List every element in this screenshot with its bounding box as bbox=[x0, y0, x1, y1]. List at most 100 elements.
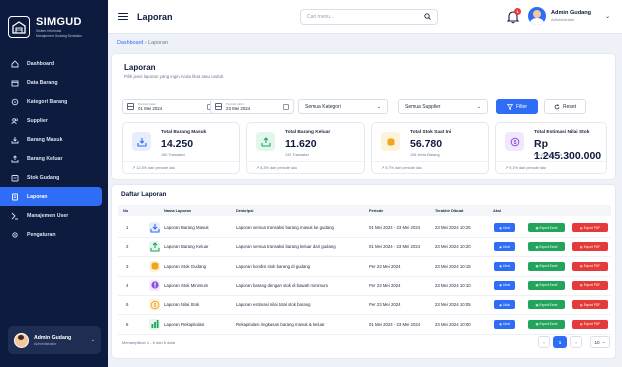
export-pdf-button[interactable]: ▤ Export PDF bbox=[572, 223, 608, 232]
export-pdf-button[interactable]: ▤ Export PDF bbox=[572, 261, 608, 271]
stat-value: 14.250 bbox=[161, 138, 194, 150]
table-row: 5 $ Laporan Nilai Stok Laporan estimasi nil… bbox=[118, 295, 611, 316]
row-description: Laporan barang dengan stok di bawah mini… bbox=[236, 282, 328, 288]
view-button[interactable]: ◉ Lihat bbox=[494, 223, 515, 232]
filter-button[interactable]: Filter bbox=[496, 99, 538, 114]
row-description: Laporan semua transaksi barang keluar da… bbox=[236, 244, 336, 250]
breadcrumb-dashboard[interactable]: Dashboard bbox=[117, 40, 143, 46]
row-name: Laporan Barang Keluar bbox=[164, 244, 209, 250]
sidebar-item-pengaturan[interactable]: Pengaturan bbox=[0, 225, 102, 244]
sidebar-item-stok-gudang[interactable]: Stok Gudang bbox=[0, 168, 102, 187]
export-excel-button[interactable]: ▦ Export Excel bbox=[528, 280, 565, 290]
user-cog-icon bbox=[10, 211, 19, 220]
row-name: Laporan Rekapitulasi bbox=[164, 321, 205, 327]
row-no: 5 bbox=[126, 302, 129, 308]
report-list-panel: Daftar Laporan No Nama Laporan Deskripsi… bbox=[111, 184, 616, 359]
user-role: Administrator bbox=[551, 17, 575, 22]
category-select[interactable]: Semua Kategori ⌄ bbox=[298, 99, 388, 114]
alert-icon bbox=[149, 279, 160, 291]
outbox-icon bbox=[256, 132, 275, 151]
export-excel-button[interactable]: ▦ Export Excel bbox=[528, 242, 565, 252]
export-pdf-button[interactable]: ▤ Export PDF bbox=[572, 319, 608, 329]
prev-page-button[interactable]: ‹ bbox=[538, 336, 550, 348]
supplier-select-value: Semua Supplier bbox=[405, 103, 441, 110]
export-excel-label: Export Excel bbox=[539, 264, 558, 269]
view-button[interactable]: ◉ Lihat bbox=[494, 261, 515, 271]
search-input[interactable]: Cari menu... bbox=[300, 9, 438, 25]
user-menu[interactable]: Admin Gudang Administrator ⌄ bbox=[528, 7, 610, 25]
notification-bell-icon[interactable]: 1 bbox=[506, 8, 521, 24]
view-button[interactable]: ◉ Lihat bbox=[494, 242, 515, 252]
sidebar-item-data-barang[interactable]: Data Barang bbox=[0, 73, 102, 92]
view-button[interactable]: ◉ Lihat bbox=[494, 300, 515, 310]
search-icon[interactable] bbox=[424, 12, 431, 22]
stat-trend-text: 12,5% dari periode lalu bbox=[136, 166, 176, 170]
hamburger-menu-icon[interactable] bbox=[118, 12, 128, 21]
category-select-value: Semua Kategori bbox=[305, 103, 341, 110]
chevron-down-icon[interactable]: ⌄ bbox=[605, 13, 610, 20]
export-excel-button[interactable]: ▦ Export Excel bbox=[528, 261, 565, 271]
stat-label: Total Estimasi Nilai Stok bbox=[534, 130, 590, 135]
sidebar-item-barang-keluar[interactable]: Barang Keluar bbox=[0, 149, 102, 168]
export-pdf-label: Export PDF bbox=[583, 264, 601, 269]
sidebar-item-supplier[interactable]: Supplier bbox=[0, 111, 102, 130]
row-description: Laporan estimasi nilai total stok barang bbox=[236, 302, 311, 308]
view-button[interactable]: ◉ Lihat bbox=[494, 280, 515, 290]
export-pdf-label: Export PDF bbox=[583, 225, 601, 230]
sidebar-item-barang-masuk[interactable]: Barang Masuk bbox=[0, 130, 102, 149]
row-period: 01 Mei 2024 - 23 Mei 2024 bbox=[369, 225, 421, 230]
start-date-value: 01 Mei 2024 bbox=[138, 106, 163, 112]
stat-card: Total Barang Masuk 14.250 150 Transaksi ↗ 1… bbox=[122, 122, 240, 174]
warehouse-icon bbox=[10, 173, 19, 182]
view-button[interactable]: ◉ Lihat bbox=[494, 319, 515, 329]
export-pdf-button[interactable]: ▤ Export PDF bbox=[572, 280, 608, 290]
stat-subtext: 126 Jenis Barang bbox=[410, 153, 440, 157]
export-excel-button[interactable]: ▦ Export Excel bbox=[528, 300, 565, 310]
row-period: Per 23 Mei 2024 bbox=[369, 263, 401, 269]
start-date-field[interactable]: Periode Awal 01 Mei 2024 bbox=[122, 99, 218, 114]
sidebar-item-label: Barang Masuk bbox=[27, 136, 63, 143]
export-pdf-button[interactable]: ▤ Export PDF bbox=[572, 242, 608, 252]
export-pdf-label: Export PDF bbox=[583, 283, 601, 288]
sidebar-item-label: Manajemen User bbox=[27, 212, 69, 219]
sidebar-nav: Dashboard Data Barang Kategori Barang Suppl… bbox=[0, 54, 108, 244]
sidebar-item-manajemen-user[interactable]: Manajemen User bbox=[0, 206, 102, 225]
sidebar-item-label: Data Barang bbox=[27, 79, 58, 86]
stat-subtext: 132 Transaksi bbox=[285, 153, 309, 157]
section-subtitle: Pilih jenis laporan yang ingin Anda liha… bbox=[124, 74, 225, 79]
stat-trend-text: 5,7% dari periode lalu bbox=[385, 166, 422, 170]
sidebar-item-laporan[interactable]: Laporan bbox=[0, 187, 102, 206]
view-label: Lihat bbox=[502, 322, 510, 326]
calendar-icon[interactable] bbox=[283, 103, 289, 110]
section-title: Laporan bbox=[124, 63, 156, 72]
sidebar-item-dashboard[interactable]: Dashboard bbox=[0, 54, 102, 73]
reset-button[interactable]: Reset bbox=[544, 99, 586, 114]
export-excel-button[interactable]: ▦ Export Excel bbox=[528, 319, 565, 329]
export-pdf-button[interactable]: ▤ Export PDF bbox=[572, 300, 608, 310]
stat-label: Total Barang Keluar bbox=[285, 130, 331, 135]
stat-card: Total Stok Saat Ini 56.780 126 Jenis Baran… bbox=[371, 122, 489, 174]
chevron-down-icon[interactable]: ⌄ bbox=[91, 337, 95, 343]
supplier-select[interactable]: Semua Supplier ⌄ bbox=[398, 99, 488, 114]
filter-button-label: Filter bbox=[515, 103, 528, 110]
next-page-button[interactable]: › bbox=[570, 336, 582, 348]
table-title: Daftar Laporan bbox=[121, 191, 167, 198]
sidebar-item-label: Laporan bbox=[27, 193, 48, 200]
svg-text:$: $ bbox=[513, 139, 516, 145]
stat-label: Total Stok Saat Ini bbox=[410, 130, 452, 135]
stat-divider bbox=[247, 161, 364, 162]
chevron-down-icon: ⌄ bbox=[601, 339, 606, 344]
row-period: Per 23 Mei 2024 bbox=[369, 282, 401, 288]
end-date-field[interactable]: Periode Akhir 23 Mei 2024 bbox=[210, 99, 294, 114]
current-page-button[interactable]: 1 bbox=[553, 336, 567, 348]
col-name: Nama Laporan bbox=[164, 208, 192, 213]
view-label: Lihat bbox=[502, 244, 510, 249]
chevron-down-icon: ⌄ bbox=[376, 103, 381, 110]
page-size-select[interactable]: 10 ⌄ bbox=[590, 336, 610, 348]
col-desc: Deskripsi bbox=[236, 208, 254, 213]
row-description: Rekapitulasi ringkasan barang masuk & ke… bbox=[236, 321, 325, 327]
sidebar-item-kategori-barang[interactable]: Kategori Barang bbox=[0, 92, 102, 111]
calendar-icon bbox=[127, 103, 134, 110]
sidebar-user-card[interactable]: Admin Gudang Administrator ⌄ bbox=[8, 326, 101, 354]
export-excel-button[interactable]: ▦ Export Excel bbox=[528, 223, 565, 232]
